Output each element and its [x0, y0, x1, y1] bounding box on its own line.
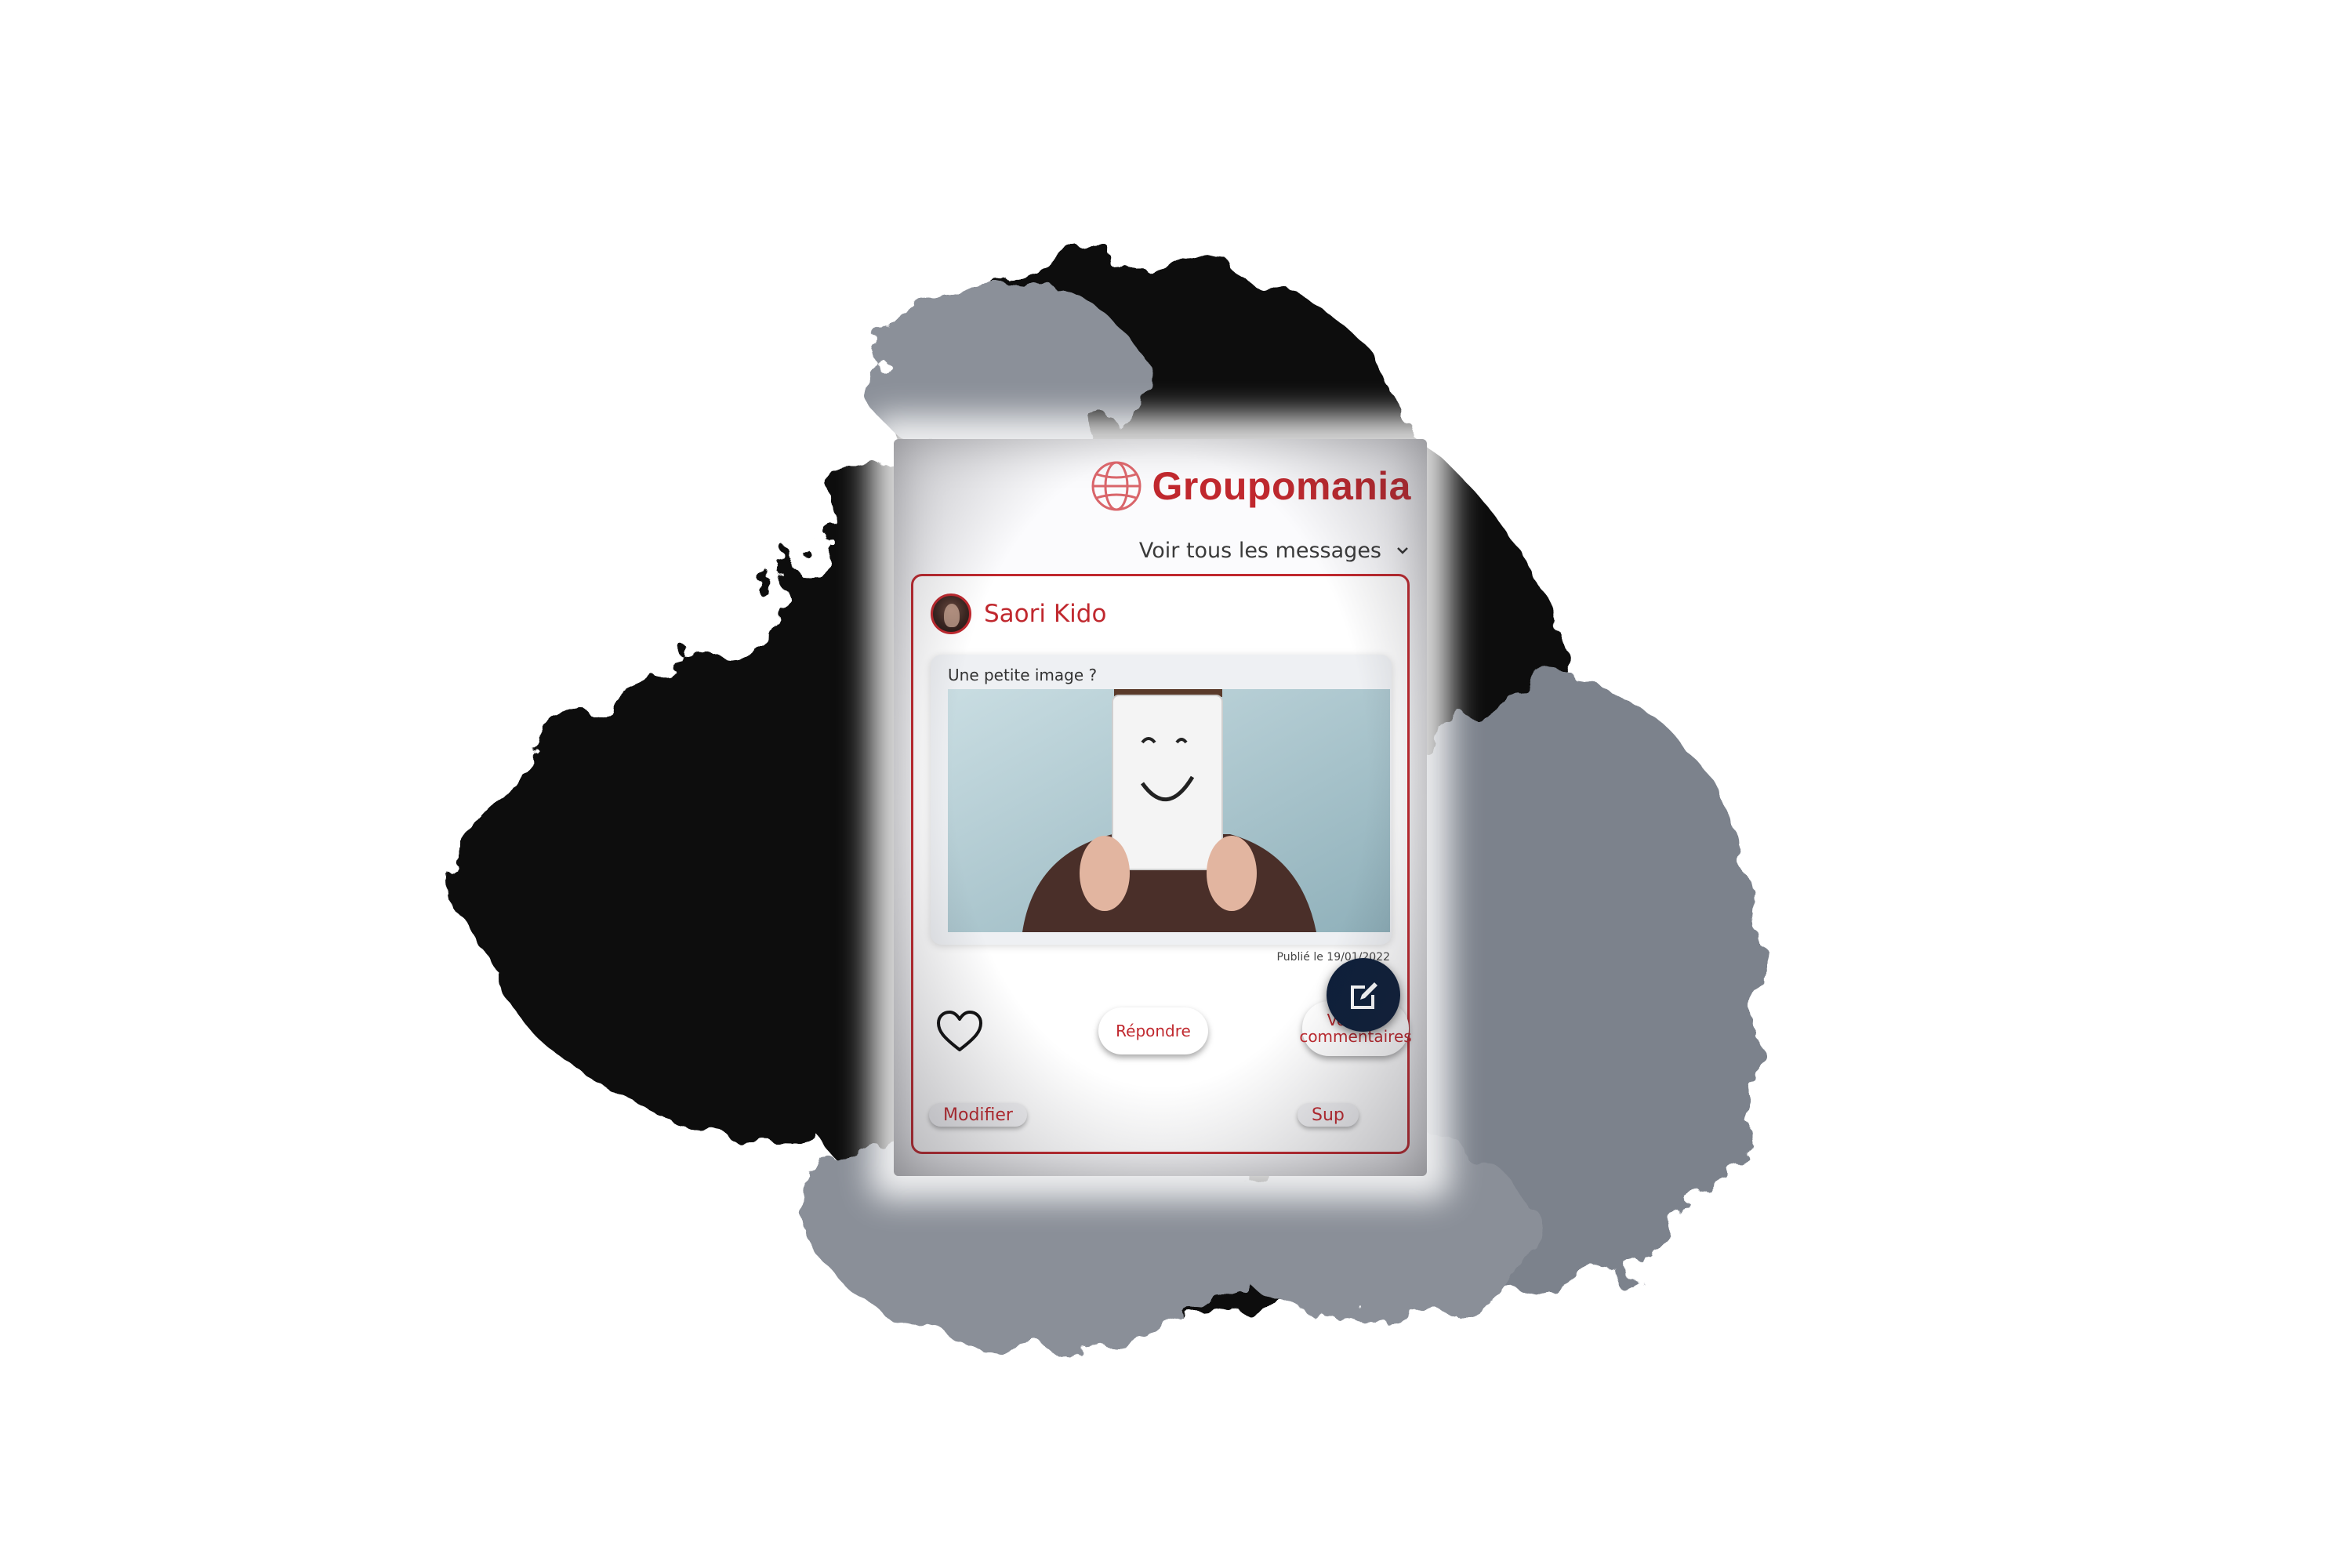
reply-button[interactable]: Répondre — [1098, 1007, 1208, 1054]
post-content: Une petite image ? — [931, 655, 1392, 945]
brand-header[interactable]: Groupomania — [1089, 455, 1411, 517]
edit-icon — [1351, 982, 1377, 1009]
post-card: Saori Kido Une petite image ? Publié le … — [911, 574, 1412, 1154]
heart-icon[interactable] — [935, 1009, 984, 1053]
chevron-down-icon — [1397, 547, 1408, 554]
author-name: Saori Kido — [984, 600, 1107, 628]
mobile-app-screen: Groupomania Voir tous les messages Saori… — [894, 439, 1427, 1176]
post-caption: Une petite image ? — [948, 666, 1098, 684]
message-filter-select[interactable]: Voir tous les messages — [1139, 533, 1410, 568]
avatar[interactable] — [931, 593, 971, 634]
new-message-fab[interactable] — [1327, 958, 1400, 1032]
post-author[interactable]: Saori Kido — [931, 593, 1106, 634]
globe-icon — [1091, 461, 1142, 511]
brand-name: Groupomania — [1152, 464, 1411, 508]
delete-post-button[interactable]: Sup — [1298, 1103, 1359, 1127]
edit-post-button[interactable]: Modifier — [929, 1103, 1027, 1127]
post-image[interactable] — [948, 689, 1390, 932]
filter-selected-value: Voir tous les messages — [1138, 538, 1381, 563]
